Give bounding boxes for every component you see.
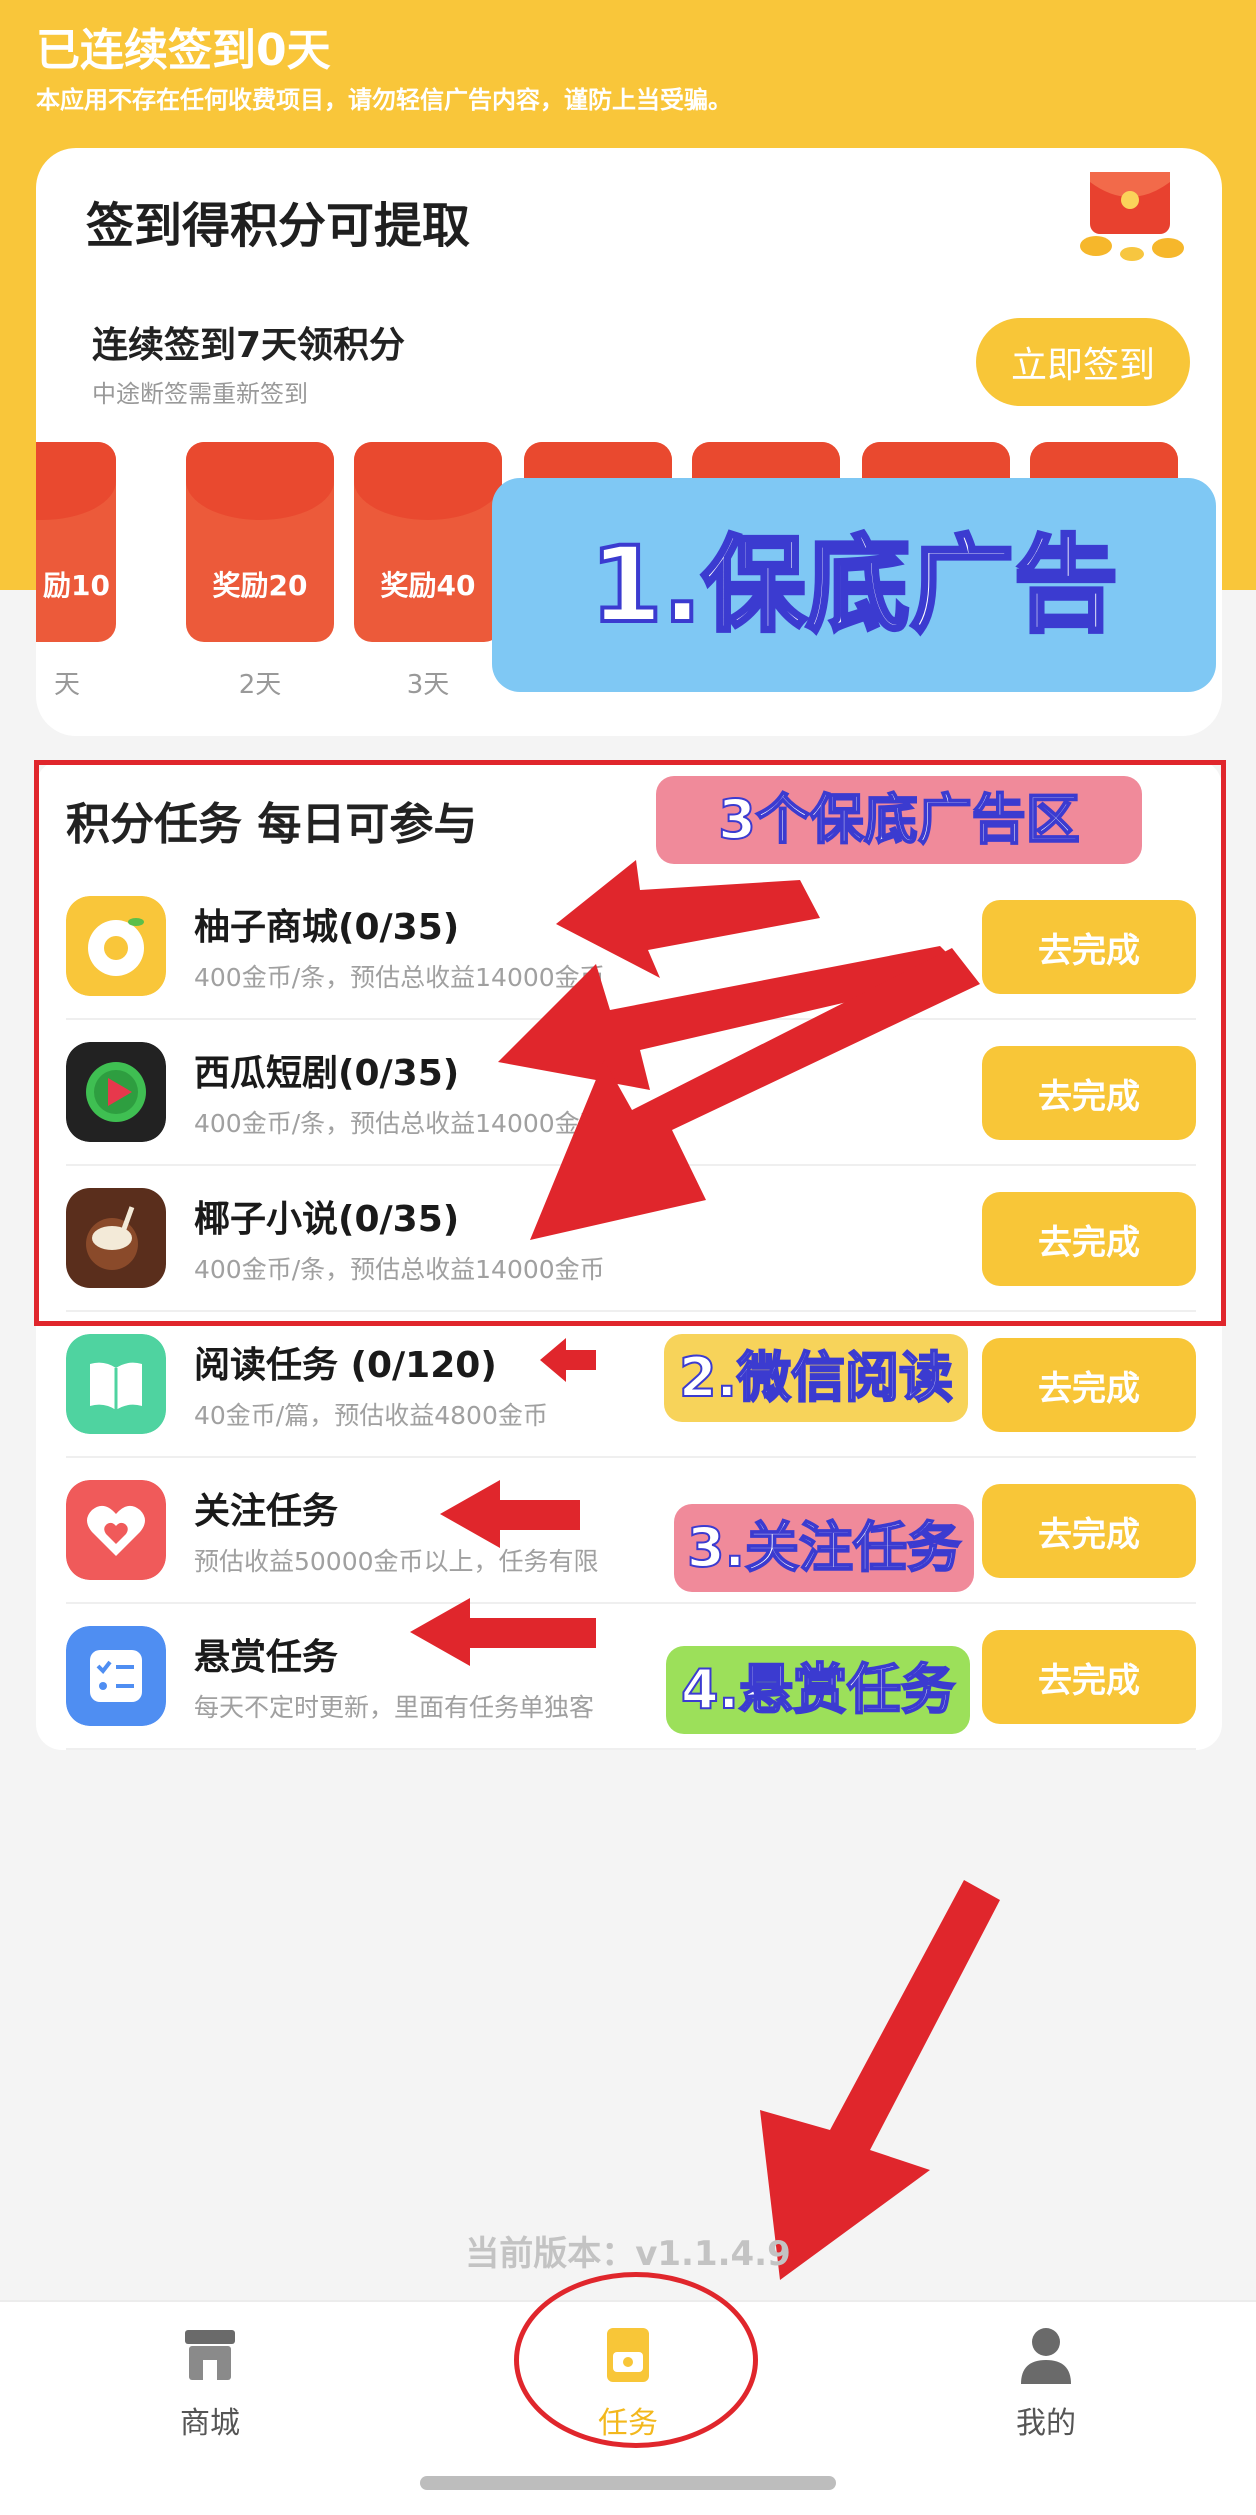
- nav-item-store[interactable]: 商城: [110, 2322, 310, 2442]
- task-desc: 每天不定时更新，里面有任务单独客: [194, 1693, 595, 1722]
- red-packet-icon: [1080, 172, 1184, 261]
- annotation-bounty-label: 4.悬赏任务: [666, 1646, 970, 1734]
- day-reward-label: 奖励40: [380, 569, 476, 602]
- annotation-follow-label: 3.关注任务: [674, 1504, 974, 1592]
- annotation-nav-circle: [514, 2272, 758, 2448]
- task-row: 阅读任务 (0/120) 40金币/篇，预估收益4800金币 去完成: [66, 1312, 1196, 1458]
- streak-hint: 中途断签需重新签到: [92, 380, 308, 408]
- task-row: 悬赏任务 每天不定时更新，里面有任务单独客 去完成: [66, 1604, 1196, 1750]
- task-name: 阅读任务 (0/120): [194, 1345, 497, 1386]
- user-icon: [1021, 2328, 1071, 2384]
- nav-label: 我的: [1016, 2406, 1076, 2441]
- day-reward-item: 奖励40 3天: [354, 442, 502, 701]
- day-reward-label: 奖励20: [212, 569, 308, 602]
- nav-label: 商城: [180, 2406, 240, 2441]
- home-indicator: [420, 2476, 836, 2490]
- day-reward-item: 励10 天: [36, 442, 116, 701]
- version-text: 当前版本：v1.1.4.9: [465, 2234, 791, 2274]
- day-reward-label: 励10: [43, 569, 110, 602]
- go-complete-button[interactable]: 去完成: [982, 1630, 1196, 1724]
- disclaimer-text: 本应用不存在任何收费项目，请勿轻信广告内容，谨防上当受骗。: [36, 86, 732, 114]
- annotation-wechat-label: 2.微信阅读: [664, 1334, 968, 1422]
- day-reward-item: 奖励20 2天: [186, 442, 334, 701]
- annotation-ad-label: 1.保底广告: [492, 478, 1216, 692]
- heart-icon: [66, 1480, 166, 1580]
- streak-title: 已连续签到0天: [36, 25, 331, 76]
- task-desc: 预估收益50000金币以上，任务有限: [194, 1547, 599, 1576]
- nav-item-me[interactable]: 我的: [946, 2322, 1146, 2442]
- annotation-ad-zone-label: 3个保底广告区: [656, 776, 1142, 864]
- task-name: 悬赏任务: [194, 1637, 339, 1678]
- task-desc: 40金币/篇，预估收益4800金币: [194, 1401, 548, 1430]
- day-label: 3天: [406, 670, 450, 700]
- go-complete-button[interactable]: 去完成: [982, 1338, 1196, 1432]
- store-icon: [185, 2330, 235, 2380]
- task-row: 关注任务 预估收益50000金币以上，任务有限 去完成: [66, 1458, 1196, 1604]
- checklist-icon: [66, 1626, 166, 1726]
- day-label: 2天: [238, 670, 282, 700]
- go-complete-button[interactable]: 去完成: [982, 1484, 1196, 1578]
- card-title: 签到得积分可提取: [86, 198, 471, 254]
- day-label: 天: [53, 670, 80, 700]
- task-name: 关注任务: [194, 1491, 339, 1532]
- signin-now-button[interactable]: 立即签到: [976, 318, 1190, 406]
- streak-label: 连续签到7天领积分: [92, 325, 406, 366]
- book-icon: [66, 1334, 166, 1434]
